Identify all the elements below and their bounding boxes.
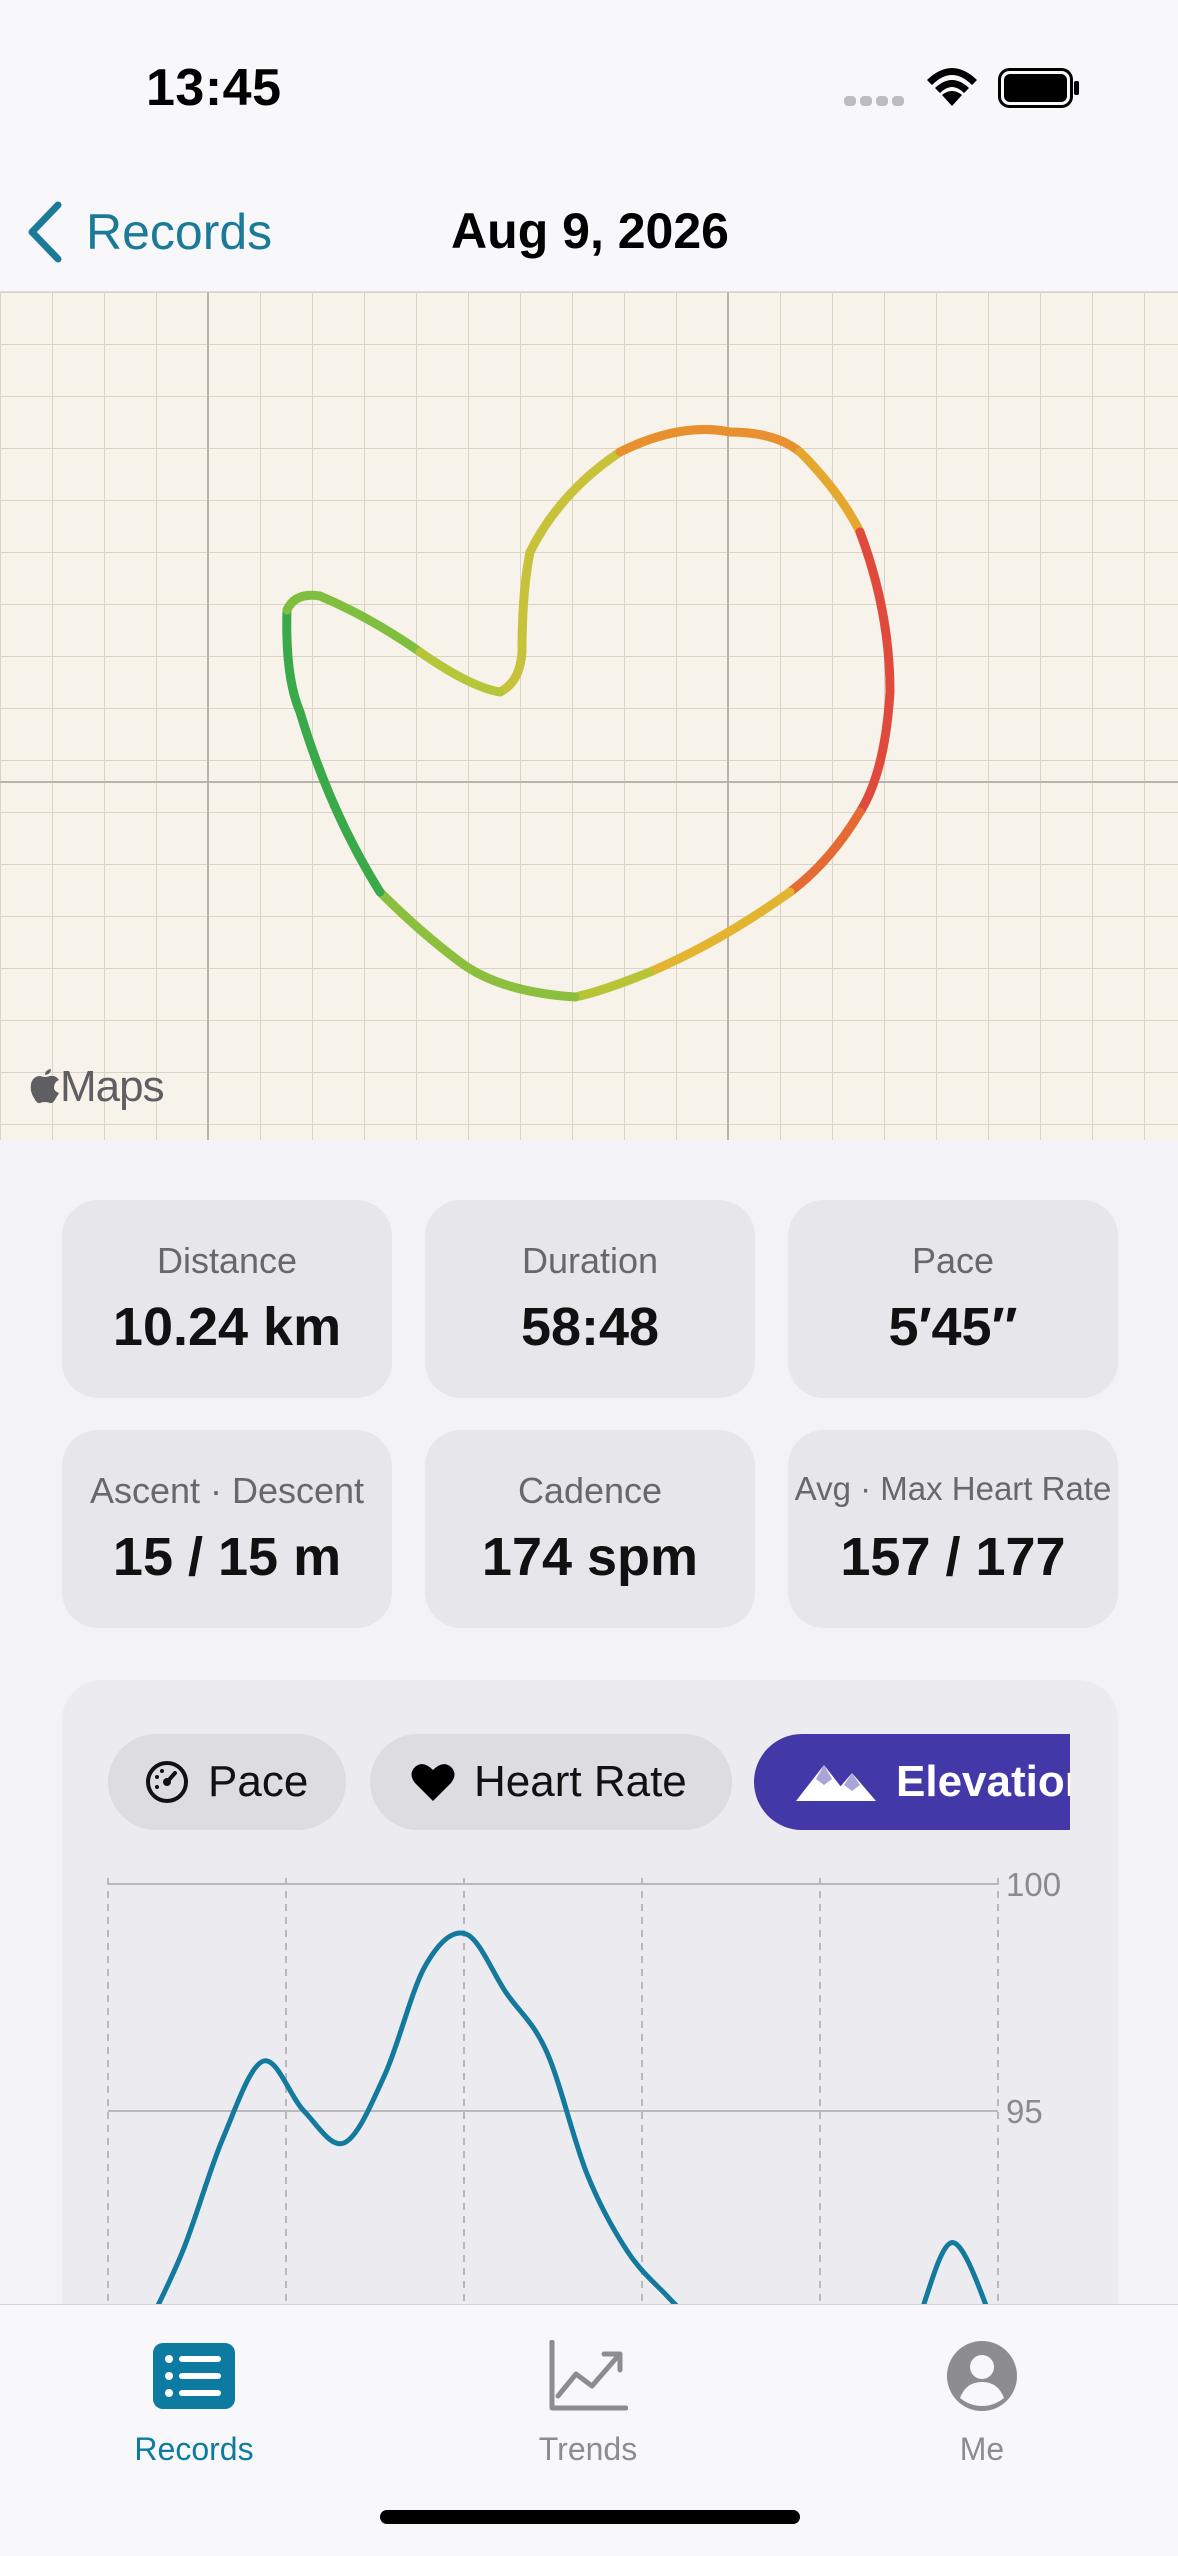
stat-label: Pace	[911, 1240, 995, 1281]
back-button-label: Records	[86, 204, 273, 260]
page-title: Aug 9, 2026	[451, 203, 729, 259]
map-canvas	[0, 292, 1178, 1140]
stat-card-duration: Duration 58:48	[425, 1200, 755, 1398]
tab-me-label: Me	[959, 2431, 1005, 2467]
stat-value: 15 / 15 m	[112, 1527, 342, 1587]
chart-y-tick-label: 95	[1006, 2093, 1043, 2130]
wifi-icon	[927, 68, 977, 106]
stat-label: Distance	[156, 1240, 298, 1281]
trend-chart-icon	[549, 2340, 628, 2411]
stat-label: Ascent · Descent	[89, 1470, 365, 1511]
home-indicator	[380, 2510, 800, 2524]
battery-icon	[998, 68, 1079, 108]
chevron-left-icon	[28, 201, 62, 263]
route-map[interactable]: Maps	[0, 292, 1178, 1140]
person-icon	[947, 2341, 1017, 2411]
tab-trends[interactable]: Trends	[458, 2325, 718, 2475]
status-bar: 13:45	[0, 0, 1178, 170]
back-button[interactable]: Records	[22, 192, 272, 272]
tab-records-label: Records	[134, 2431, 254, 2467]
stat-card-distance: Distance 10.24 km	[62, 1200, 392, 1398]
stat-value: 10.24 km	[112, 1297, 342, 1357]
chart-y-tick-label: 100	[1006, 1866, 1061, 1903]
stat-label: Duration	[521, 1240, 659, 1281]
navigation-bar: Records Aug 9, 2026	[0, 170, 1178, 292]
stat-value: 157 / 177	[840, 1527, 1066, 1587]
stat-value: 5′45″	[888, 1297, 1018, 1357]
stat-card-heart-rate: Avg · Max Heart Rate 157 / 177	[788, 1430, 1118, 1628]
tab-me[interactable]: Me	[852, 2325, 1112, 2475]
stat-label: Cadence	[517, 1470, 663, 1511]
stat-value: 58:48	[520, 1297, 660, 1357]
list-icon	[153, 2343, 235, 2409]
stat-card-cadence: Cadence 174 spm	[425, 1430, 755, 1628]
stat-value: 174 spm	[481, 1527, 699, 1587]
stat-card-ascent-descent: Ascent · Descent 15 / 15 m	[62, 1430, 392, 1628]
status-time: 13:45	[146, 59, 282, 117]
tab-trends-label: Trends	[538, 2431, 638, 2467]
maps-attribution-text: Maps	[60, 1062, 165, 1111]
tab-records[interactable]: Records	[64, 2325, 324, 2475]
maps-attribution: Maps	[30, 1062, 165, 1112]
stat-card-pace: Pace 5′45″	[788, 1200, 1118, 1398]
stat-label: Avg · Max Heart Rate	[794, 1470, 1112, 1507]
apple-logo-icon	[30, 1069, 59, 1104]
